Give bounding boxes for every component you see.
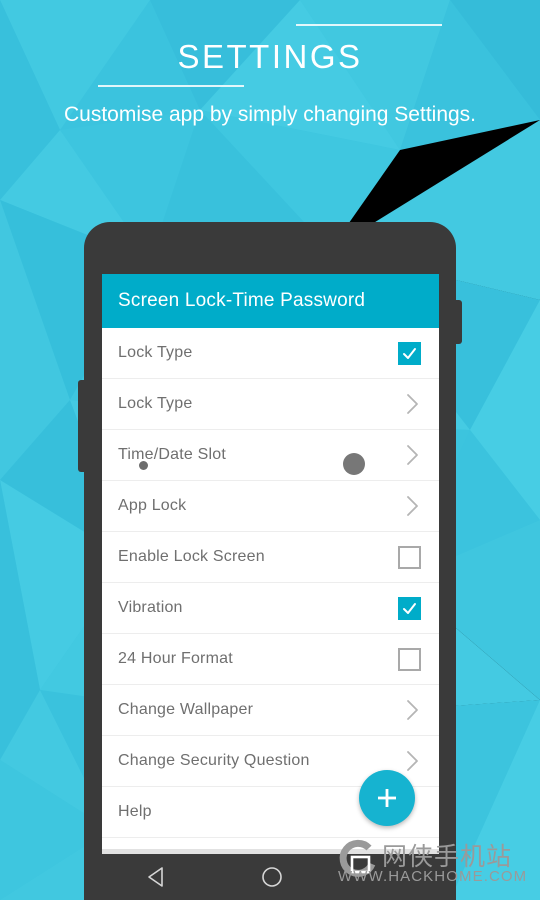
phone-sensor-icon [139,461,148,470]
settings-row-label: Vibration [118,599,183,616]
settings-row[interactable]: Time/Date Slot [102,430,439,481]
title-rule-top [296,24,442,26]
row-chevron[interactable] [405,748,421,774]
row-checkbox[interactable] [398,341,421,365]
row-chevron[interactable] [405,697,421,723]
phone-volume-button [78,380,86,472]
settings-list: Lock Type Lock Type Time/Date Slot App Lock… [102,328,439,838]
settings-row-label: App Lock [118,497,187,514]
settings-row-label: Change Security Question [118,752,310,769]
settings-row[interactable]: Lock Type [102,379,439,430]
settings-row[interactable]: 24 Hour Format [102,634,439,685]
home-circle-icon [262,867,282,887]
page-title: SETTINGS [177,38,363,75]
row-chevron[interactable] [405,442,421,468]
settings-row[interactable]: Lock Type [102,328,439,379]
floating-action-button[interactable] [359,770,415,826]
title-rule-bottom [98,85,244,87]
android-navigation-bar [84,854,456,900]
phone-camera-icon [343,453,365,475]
settings-row[interactable]: Change Wallpaper [102,685,439,736]
settings-row[interactable]: Enable Lock Screen [102,532,439,583]
phone-screen: Screen Lock-Time Password Lock Type Lock … [102,274,439,849]
check-icon [403,347,416,359]
chevron-right-icon [407,496,418,516]
check-icon [403,602,416,614]
row-checkbox[interactable] [398,647,421,671]
app-bar: Screen Lock-Time Password [102,274,439,328]
back-triangle-icon [148,867,163,887]
settings-row-label: Enable Lock Screen [118,548,265,565]
settings-row-label: Help [118,803,152,820]
row-chevron[interactable] [405,493,421,519]
settings-row[interactable]: Vibration [102,583,439,634]
settings-row-label: Lock Type [118,344,193,361]
settings-row-label: 24 Hour Format [118,650,233,667]
app-bar-title: Screen Lock-Time Password [118,290,366,311]
row-chevron[interactable] [405,391,421,417]
settings-row[interactable]: App Lock [102,481,439,532]
settings-row-label: Change Wallpaper [118,701,254,718]
chevron-right-icon [407,700,418,720]
row-checkbox[interactable] [398,545,421,569]
chevron-right-icon [407,394,418,414]
settings-row-label: Time/Date Slot [118,446,227,463]
phone-power-button [454,300,462,344]
screenshot-root: SETTINGS Customise app by simply changin… [0,0,540,900]
nav-back-button[interactable] [146,865,170,894]
plus-icon [378,789,396,807]
settings-row-label: Lock Type [118,395,193,412]
nav-home-button[interactable] [260,865,284,894]
chevron-right-icon [407,445,418,465]
chevron-right-icon [407,751,418,771]
page-subtitle: Customise app by simply changing Setting… [63,103,477,126]
row-checkbox[interactable] [398,596,421,620]
